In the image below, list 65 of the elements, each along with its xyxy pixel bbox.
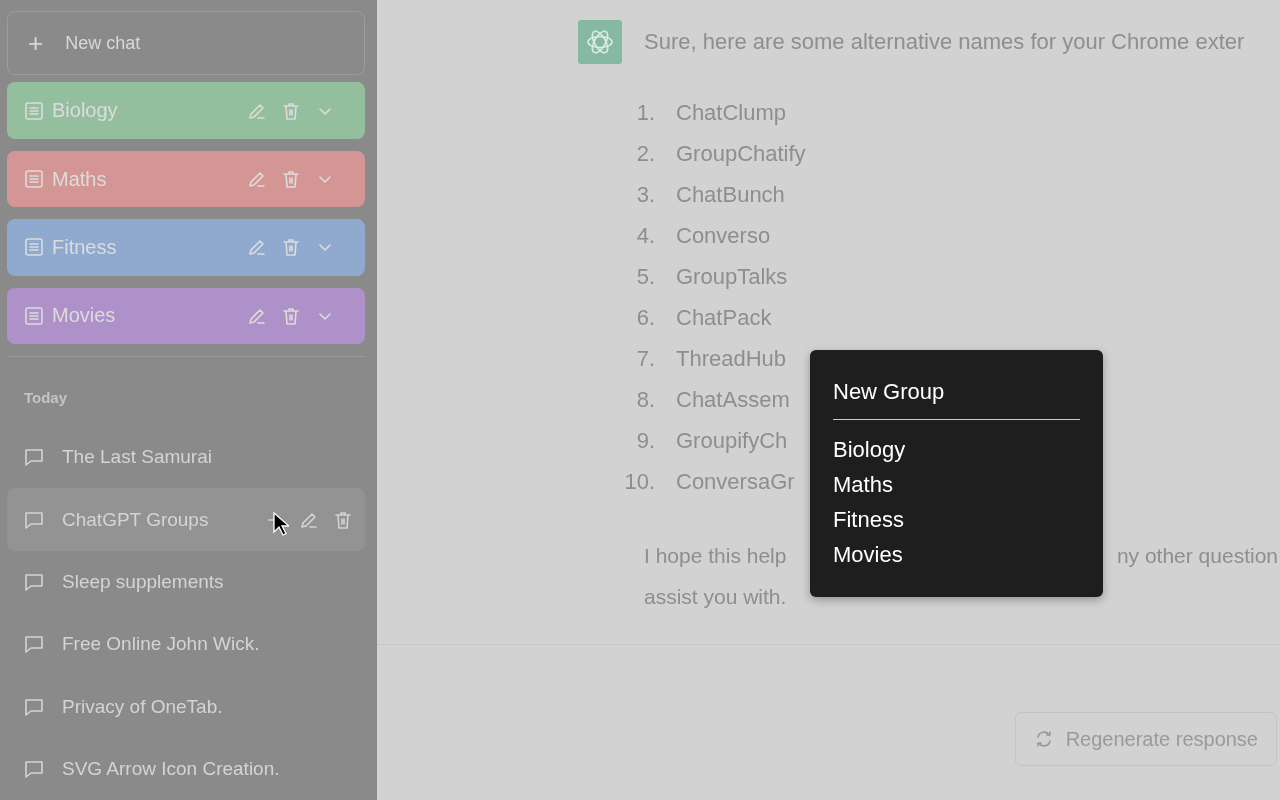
trash-icon[interactable]	[281, 100, 301, 121]
chat-bubble-icon	[24, 634, 44, 655]
cursor-icon	[273, 512, 289, 537]
chat-bubble-icon	[24, 571, 44, 592]
chat-item[interactable]: Privacy of OneTab.	[7, 675, 365, 738]
chat-bubble-icon	[24, 696, 44, 717]
chat-item[interactable]: SVG Arrow Icon Creation.	[7, 737, 365, 800]
list-number: 10.	[623, 468, 655, 495]
response-text: assist you with.	[644, 585, 787, 608]
trash-icon[interactable]	[281, 169, 301, 189]
list-item-text: ChatClump	[676, 99, 787, 126]
group-folder[interactable]: Movies	[7, 287, 365, 345]
list-item-text: GroupChatify	[676, 140, 806, 167]
trash-icon[interactable]	[281, 237, 301, 258]
chat-item[interactable]: Free Online John Wick.	[7, 613, 365, 676]
list-number: 2.	[635, 140, 655, 167]
regenerate-button[interactable]: Regenerate response	[1014, 712, 1277, 766]
list-number: 8.	[635, 386, 655, 413]
group-name: Fitness	[52, 236, 118, 259]
edit-icon[interactable]	[247, 169, 267, 189]
list-number: 7.	[635, 345, 655, 372]
section-heading: Today	[23, 389, 69, 407]
chat-bubble-icon	[24, 447, 44, 468]
chat-bubble-icon	[24, 758, 44, 779]
document-icon	[24, 237, 44, 258]
list-item-text: GroupifyCh	[676, 427, 788, 454]
chat-item[interactable]: ChatGPT Groups	[7, 488, 365, 551]
document-icon	[24, 100, 44, 121]
list-item-text: ChatPack	[676, 304, 772, 331]
trash-icon[interactable]	[281, 305, 301, 326]
list-item-text: Converso	[676, 222, 771, 249]
menu-item[interactable]: Movies	[833, 537, 1080, 572]
list-number: 4.	[635, 222, 655, 249]
new-chat-button[interactable]: + New chat	[7, 11, 365, 76]
list-number: 5.	[635, 263, 655, 290]
list-number: 9.	[635, 427, 655, 454]
response-text: I hope this help	[644, 543, 787, 569]
response-text: Sure, here are some alternative names for your Chrome exter	[644, 28, 1246, 56]
list-number: 3.	[635, 181, 655, 208]
chat-item[interactable]: Sleep supplements	[7, 550, 365, 614]
menu-item[interactable]: Maths	[833, 467, 1080, 502]
list-item-text: ThreadHub	[676, 345, 787, 372]
chat-item[interactable]: The Last Samurai	[7, 426, 365, 489]
list-item-text: ChatAssem	[676, 386, 790, 413]
group-folder[interactable]: Fitness	[7, 219, 365, 276]
list-item-text: ChatBunch	[676, 181, 785, 208]
menu-item[interactable]: Biology	[833, 432, 1080, 467]
list-number: 1.	[635, 99, 655, 126]
assistant-avatar	[578, 20, 622, 64]
group-folder[interactable]: Biology	[7, 82, 365, 139]
group-name: Biology	[52, 99, 119, 123]
list-item-text: ConversaGr	[676, 468, 795, 495]
group-name: Maths	[52, 167, 108, 191]
menu-item[interactable]: Fitness	[833, 502, 1080, 537]
list-number: 6.	[635, 304, 655, 331]
chat-bubble-icon	[24, 509, 44, 530]
response-text: ny other question	[1116, 543, 1278, 569]
document-icon	[24, 305, 44, 326]
list-item-text: GroupTalks	[676, 263, 788, 290]
menu-item[interactable]: New Group	[833, 374, 1080, 409]
group-folder[interactable]: Maths	[7, 150, 365, 208]
edit-icon[interactable]	[247, 237, 267, 258]
document-icon	[24, 169, 44, 189]
trash-icon[interactable]	[333, 509, 353, 530]
group-name: Movies	[52, 304, 117, 328]
